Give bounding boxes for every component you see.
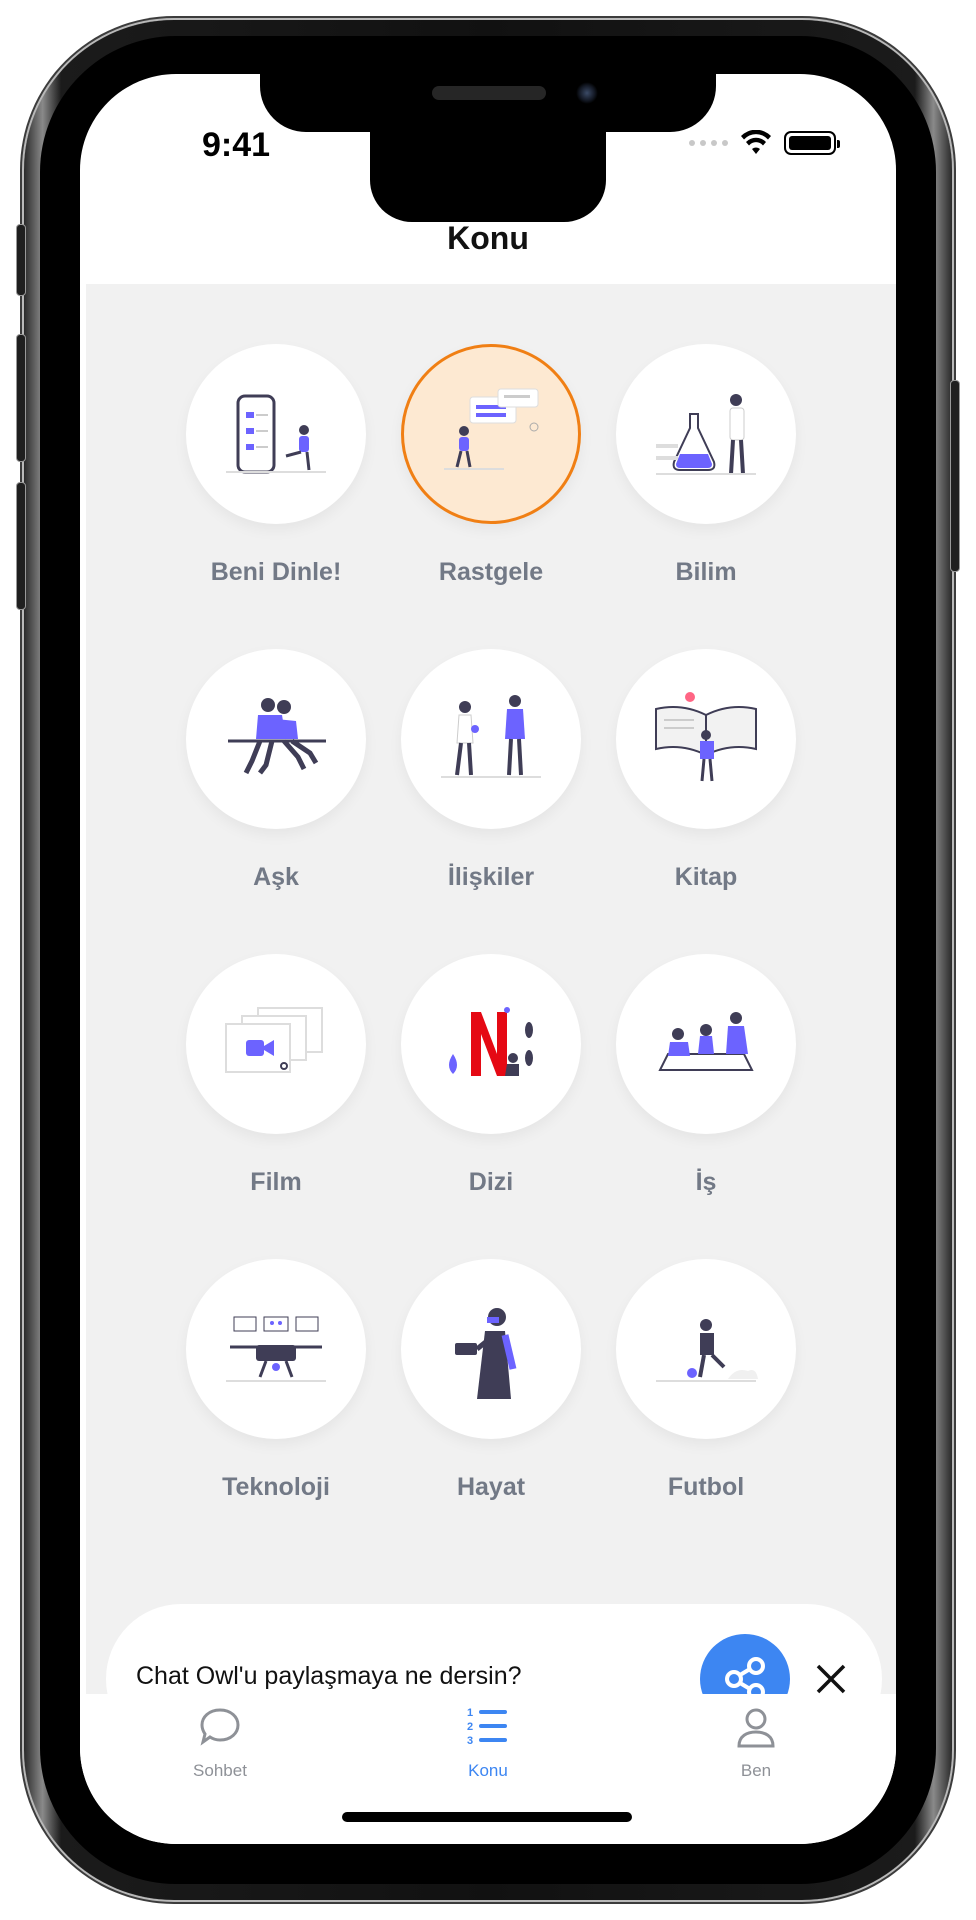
chat-bubble-icon [200, 1708, 240, 1746]
svg-text:3: 3 [467, 1735, 473, 1747]
front-camera [576, 82, 598, 104]
battery-icon [784, 131, 840, 155]
topic-label: Rastgele [438, 558, 544, 586]
svg-text:2: 2 [467, 1721, 473, 1733]
tab-label: Konu [468, 1761, 508, 1780]
topic-beni-dinle[interactable]: Beni Dinle! [176, 344, 376, 587]
topic-label: Dizi [468, 1168, 514, 1196]
football-player-illustration [616, 1259, 796, 1439]
wifi-icon [741, 130, 771, 154]
science-lab-illustration [616, 344, 796, 524]
topic-teknoloji[interactable]: Teknoloji [176, 1259, 376, 1502]
tab-label: Sohbet [193, 1761, 247, 1780]
volume-down-button [16, 482, 26, 610]
topic-kitap[interactable]: Kitap [606, 649, 806, 892]
phone-checklist-illustration [186, 344, 366, 524]
numbered-list-icon: 1 2 3 [467, 1707, 507, 1747]
person-icon [737, 1708, 775, 1748]
topic-ask[interactable]: Aşk [176, 649, 376, 892]
person-with-vr-illustration [401, 1259, 581, 1439]
topic-iliskiler[interactable]: İlişkiler [391, 649, 591, 892]
two-people-talking-illustration [401, 649, 581, 829]
camera-island [370, 114, 606, 222]
tab-sohbet[interactable]: Sohbet [120, 1704, 320, 1781]
topic-futbol[interactable]: Futbol [606, 1259, 806, 1502]
screen: 9:41 Konu Beni Dinle! Rastgele Bilim Aşk… [80, 74, 896, 1844]
topic-bilim[interactable]: Bilim [606, 344, 806, 587]
drone-illustration [186, 1259, 366, 1439]
tab-ben[interactable]: Ben [656, 1704, 856, 1781]
topic-hayat[interactable]: Hayat [391, 1259, 591, 1502]
topic-label: Beni Dinle! [210, 558, 342, 586]
topic-rastgele[interactable]: Rastgele [391, 344, 591, 587]
topic-label: Futbol [667, 1473, 745, 1501]
mute-switch [16, 224, 26, 296]
netflix-logo-illustration [401, 954, 581, 1134]
topic-dizi[interactable]: Dizi [391, 954, 591, 1197]
couple-sitting-illustration [186, 649, 366, 829]
tab-label: Ben [740, 1761, 772, 1780]
status-icons [689, 130, 840, 156]
power-button [950, 380, 960, 572]
chat-messages-illustration [401, 344, 581, 524]
tab-konu[interactable]: 1 2 3 Konu [388, 1704, 588, 1781]
topic-label: Hayat [456, 1473, 526, 1501]
topic-label: Film [250, 1168, 302, 1196]
page-title: Konu [447, 220, 529, 256]
speaker-grille [432, 86, 546, 100]
topic-film[interactable]: Film [176, 954, 376, 1197]
topic-label: Aşk [253, 863, 299, 891]
home-indicator [342, 1812, 632, 1822]
share-prompt-text: Chat Owl'u paylaşmaya ne dersin? [136, 1662, 522, 1690]
topic-label: İş [695, 1168, 717, 1196]
svg-text:1: 1 [467, 1707, 473, 1719]
office-meeting-illustration [616, 954, 796, 1134]
volume-up-button [16, 334, 26, 462]
topic-area: Beni Dinle! Rastgele Bilim Aşk İlişkiler… [86, 284, 896, 1754]
topic-label: Kitap [674, 863, 738, 891]
status-time: 9:41 [202, 126, 271, 164]
topic-label: İlişkiler [447, 863, 535, 891]
topic-label: Teknoloji [222, 1473, 330, 1501]
signal-icon [689, 140, 728, 146]
topic-label: Bilim [675, 558, 737, 586]
video-camera-illustration [186, 954, 366, 1134]
open-book-illustration [616, 649, 796, 829]
topic-is[interactable]: İş [606, 954, 806, 1197]
